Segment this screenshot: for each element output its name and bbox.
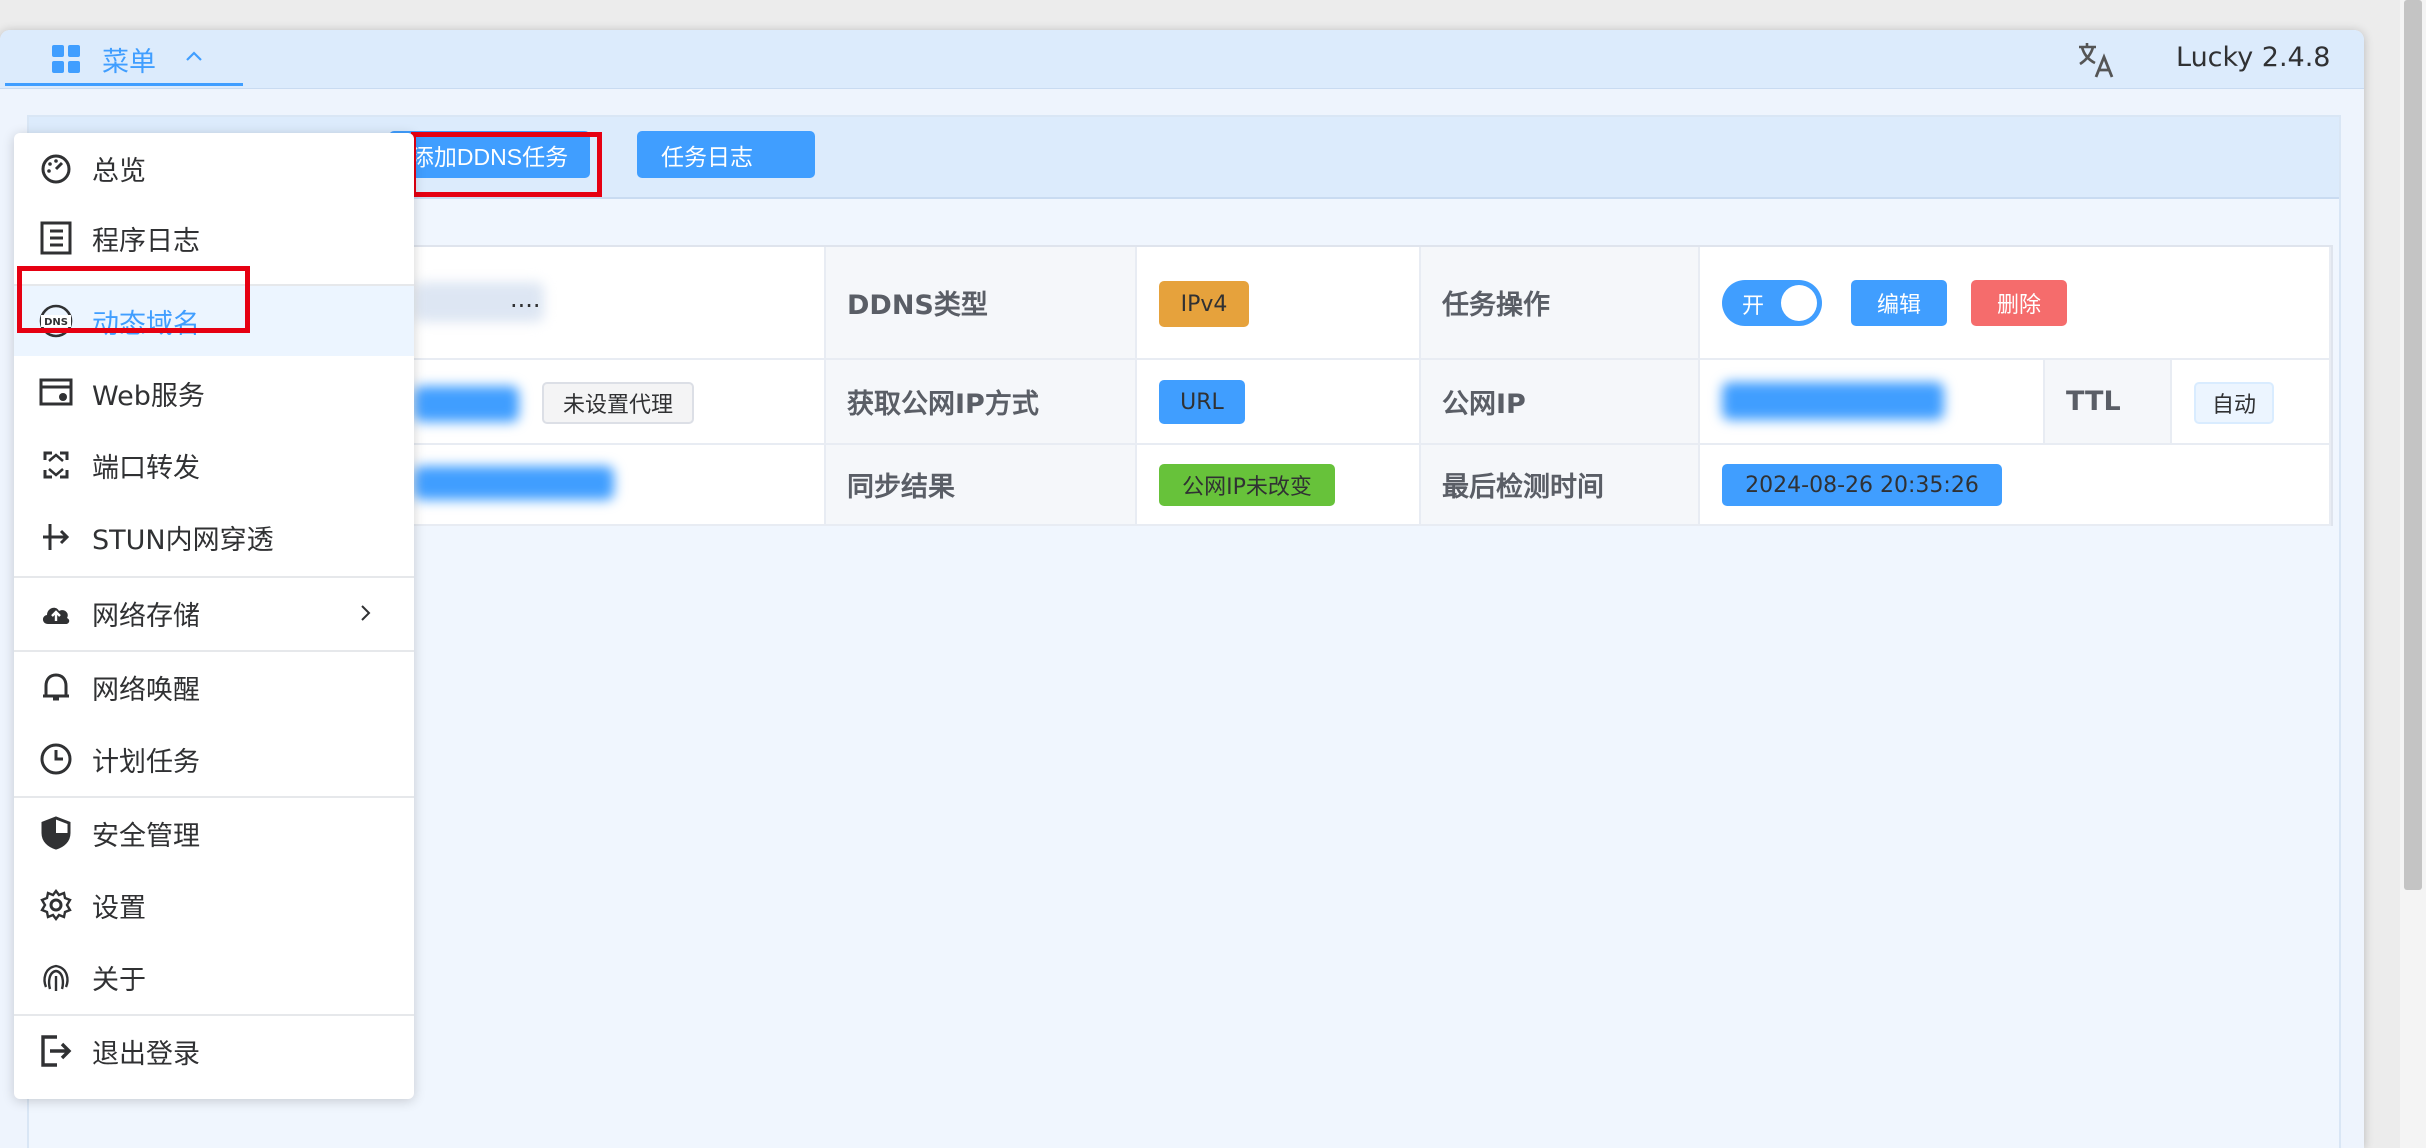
sync-result-tag: 公网IP未改变 xyxy=(1159,464,1335,506)
translate-icon[interactable] xyxy=(2076,40,2116,80)
switch-label: 开 xyxy=(1742,294,1765,319)
cloud-upload-icon xyxy=(39,596,73,630)
menu-label: 菜单 xyxy=(102,47,156,78)
menu-item-overview[interactable]: 总览 xyxy=(14,133,414,203)
shield-icon xyxy=(39,816,73,850)
menu-item-wake-on-lan[interactable]: 网络唤醒 xyxy=(14,652,414,722)
ddns-type-label: DDNS类型 xyxy=(826,247,1137,360)
switch-knob xyxy=(1781,285,1817,321)
blurred-ip xyxy=(1722,382,1944,420)
top-bar: 菜单 Lucky 2.4.8 xyxy=(0,30,2364,89)
menu-item-label: 安全管理 xyxy=(92,820,200,852)
public-ip-label: 公网IP xyxy=(1421,360,1700,445)
menu-item-label: 网络唤醒 xyxy=(92,674,200,706)
chevron-up-icon xyxy=(183,45,205,67)
scrollbar-thumb[interactable] xyxy=(2404,0,2422,890)
svg-text:DNS: DNS xyxy=(44,317,68,328)
ttl-label: TTL xyxy=(2045,360,2172,445)
sync-result-cell: 公网IP未改变 xyxy=(1137,445,1421,526)
menu-item-program-log[interactable]: 程序日志 xyxy=(14,203,414,273)
task-enable-switch[interactable]: 开 xyxy=(1722,280,1822,326)
main-menu-dropdown: 总览 程序日志 DNS 动态域名 Web服务 端口转发 STUN内网穿透 网络存… xyxy=(14,133,414,1099)
last-check-label: 最后检测时间 xyxy=(1421,445,1700,526)
dns-icon: DNS xyxy=(39,304,73,338)
app-window: 菜单 Lucky 2.4.8 添加DDNS任务 任务日志 .... DDNS类型 xyxy=(0,30,2364,1148)
menu-item-label: 设置 xyxy=(92,892,146,924)
last-check-tag: 2024-08-26 20:35:26 xyxy=(1722,464,2002,506)
menu-item-port-forward[interactable]: 端口转发 xyxy=(14,430,414,500)
menu-item-label: 关于 xyxy=(92,964,146,996)
sync-result-label: 同步结果 xyxy=(826,445,1137,526)
last-check-cell: 2024-08-26 20:35:26 xyxy=(1700,445,2331,526)
grid-icon xyxy=(52,45,81,74)
menu-item-label: STUN内网穿透 xyxy=(92,524,274,556)
app-version: Lucky 2.4.8 xyxy=(2176,42,2331,73)
proxy-tag: 未设置代理 xyxy=(542,382,694,424)
menu-toggle[interactable]: 菜单 xyxy=(5,30,243,86)
ddns-task-card: .... DDNS类型 IPv4 任务操作 开 编辑 删除 未设置代理 获取公网… xyxy=(412,245,2333,526)
menu-item-ddns[interactable]: DNS 动态域名 xyxy=(14,286,414,356)
menu-item-label: 程序日志 xyxy=(92,225,200,257)
port-forward-icon xyxy=(39,448,73,482)
bell-icon xyxy=(39,670,73,704)
web-service-icon xyxy=(39,376,73,410)
gear-icon xyxy=(39,888,73,922)
fingerprint-icon xyxy=(39,960,73,994)
add-ddns-task-button[interactable]: 添加DDNS任务 xyxy=(389,131,590,178)
menu-item-label: 计划任务 xyxy=(92,746,200,778)
menu-item-label: 总览 xyxy=(92,155,146,187)
menu-item-label: 网络存储 xyxy=(92,600,200,632)
menu-item-scheduled-tasks[interactable]: 计划任务 xyxy=(14,724,414,794)
blurred-record xyxy=(414,466,614,500)
log-icon xyxy=(39,221,73,255)
clock-icon xyxy=(39,742,73,776)
ddns-type-tag: IPv4 xyxy=(1159,281,1249,327)
ttl-tag: 自动 xyxy=(2194,382,2274,424)
ip-method-cell: URL xyxy=(1137,360,1421,445)
logout-icon xyxy=(39,1034,73,1068)
proxy-cell: 未设置代理 xyxy=(414,360,826,445)
menu-item-logout[interactable]: 退出登录 xyxy=(14,1016,414,1086)
ip-method-label: 获取公网IP方式 xyxy=(826,360,1137,445)
ttl-cell: 自动 xyxy=(2172,360,2331,445)
ip-method-tag: URL xyxy=(1159,380,1245,424)
menu-item-label: 端口转发 xyxy=(92,452,200,484)
ddns-type-cell: IPv4 xyxy=(1137,247,1421,360)
menu-item-label: Web服务 xyxy=(92,380,205,412)
task-ops-label: 任务操作 xyxy=(1421,247,1700,360)
menu-item-security[interactable]: 安全管理 xyxy=(14,798,414,868)
menu-item-stun[interactable]: STUN内网穿透 xyxy=(14,502,414,572)
delete-button[interactable]: 删除 xyxy=(1971,280,2067,326)
task-log-button[interactable]: 任务日志 xyxy=(637,131,815,178)
dashboard-icon xyxy=(39,151,73,185)
menu-item-network-storage[interactable]: 网络存储 xyxy=(14,578,414,648)
menu-item-label: 动态域名 xyxy=(92,308,200,340)
menu-item-web-service[interactable]: Web服务 xyxy=(14,358,414,428)
stun-icon xyxy=(39,520,73,554)
chevron-right-icon xyxy=(354,602,376,624)
task-name-cell: .... xyxy=(414,247,826,360)
menu-item-about[interactable]: 关于 xyxy=(14,942,414,1012)
task-ops-cell: 开 编辑 删除 xyxy=(1700,247,2331,360)
task-name-partial: .... xyxy=(510,285,541,313)
public-ip-cell xyxy=(1700,360,2045,445)
edit-button[interactable]: 编辑 xyxy=(1851,280,1947,326)
record-cell xyxy=(414,445,826,526)
scrollbar-track[interactable] xyxy=(2400,0,2426,1148)
menu-item-settings[interactable]: 设置 xyxy=(14,870,414,940)
blurred-url xyxy=(414,386,519,422)
menu-item-label: 退出登录 xyxy=(92,1038,200,1070)
